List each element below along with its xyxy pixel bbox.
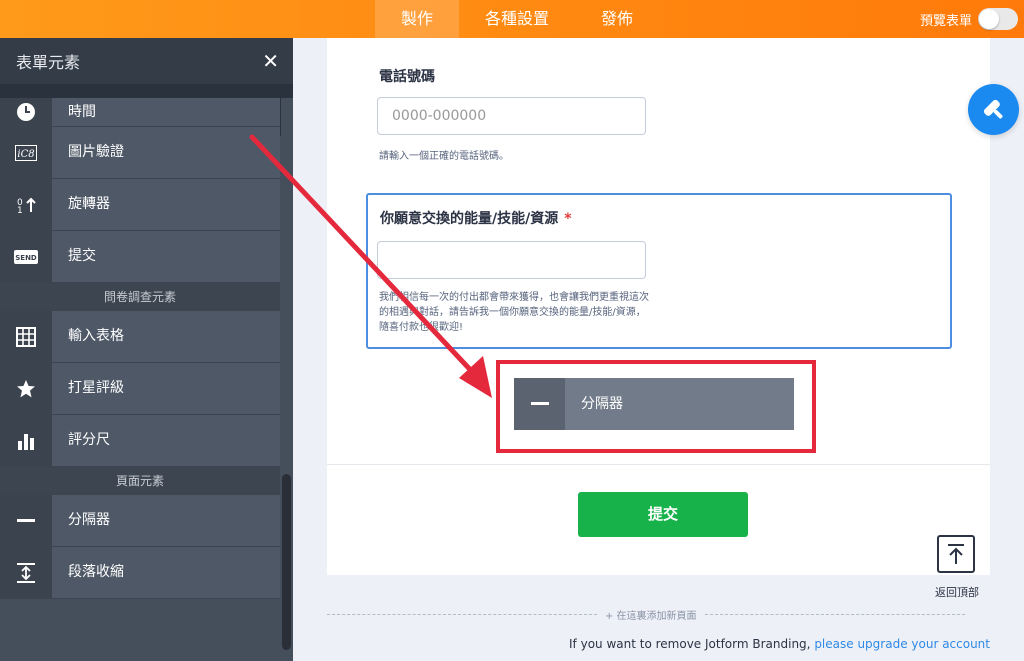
exchange-label-text: 你願意交換的能量/技能/資源	[380, 211, 559, 227]
sidebar-item-label: 分隔器	[52, 495, 280, 546]
sidebar-item-label: 輸入表格	[52, 311, 280, 362]
sidebar-item-time[interactable]: 時間	[0, 98, 280, 127]
section-survey-elements: 問卷調查元素	[0, 283, 280, 311]
tab-build[interactable]: 製作	[375, 0, 460, 38]
divider	[704, 613, 965, 615]
sidebar-item-label: 打星評級	[52, 363, 280, 414]
sidebar-item-label: 提交	[52, 231, 280, 282]
preview-toggle[interactable]	[978, 8, 1018, 30]
divider-icon	[0, 495, 52, 546]
sidebar-item-label: 評分尺	[52, 415, 280, 466]
sidebar-item-label: 段落收縮	[52, 547, 280, 598]
sidebar-header: 表單元素 ✕	[0, 38, 293, 84]
paint-roller-icon	[983, 99, 1003, 119]
clock-icon	[0, 98, 52, 126]
exchange-input[interactable]	[377, 241, 646, 279]
sidebar-item-label: 時間	[52, 98, 280, 126]
divider	[327, 613, 597, 615]
phone-input[interactable]: 0000-000000	[377, 97, 646, 135]
sidebar-title: 表單元素	[16, 53, 81, 72]
sidebar-item-divider[interactable]: 分隔器	[0, 495, 280, 547]
exchange-label: 你願意交換的能量/技能/資源 *	[380, 208, 572, 228]
top-nav: 製作 各種設置 發佈	[375, 0, 659, 38]
exchange-description: 我們相信每一次的付出都會帶來獲得，也會讓我們更重視這次的相遇與對話，請告訴我一個…	[379, 292, 649, 333]
required-mark: *	[564, 211, 572, 227]
branding-notice: If you want to remove Jotform Branding, …	[569, 637, 990, 651]
sidebar-item-scale-rating[interactable]: 評分尺	[0, 415, 280, 467]
branding-text: If you want to remove Jotform Branding,	[569, 637, 815, 651]
section-page-elements: 頁面元素	[0, 467, 280, 495]
sidebar-item-star-rating[interactable]: 打星評級	[0, 363, 280, 415]
svg-text:1: 1	[17, 206, 23, 214]
tab-publish[interactable]: 發佈	[575, 0, 659, 38]
sidebar-item-collapse[interactable]: 段落收縮	[0, 547, 280, 599]
sidebar-item-submit[interactable]: SEND 提交	[0, 231, 280, 283]
phone-hint: 請輸入一個正確的電話號碼。	[379, 151, 509, 162]
arrow-up-icon	[948, 544, 964, 564]
tab-settings[interactable]: 各種設置	[459, 0, 575, 38]
star-icon	[0, 363, 52, 414]
sidebar-item-spinner[interactable]: 01 旋轉器	[0, 179, 280, 231]
sidebar-item-label: 旋轉器	[52, 179, 280, 230]
phone-label: 電話號碼	[379, 69, 435, 85]
svg-text:SEND: SEND	[15, 254, 37, 262]
form-designer-button[interactable]	[968, 84, 1019, 135]
preview-toggle-group: 預覽表單	[920, 0, 1018, 38]
add-page-row: + 在這裏添加新頁面	[327, 606, 990, 622]
table-icon	[0, 311, 52, 362]
highlight-box	[496, 360, 816, 453]
sidebar-scrollbar[interactable]	[282, 474, 291, 650]
spinner-icon: 01	[0, 179, 52, 230]
sidebar-item-captcha[interactable]: iC8 圖片驗證	[0, 127, 280, 179]
svg-text:iC8: iC8	[17, 149, 34, 160]
send-icon: SEND	[0, 231, 52, 282]
upgrade-link[interactable]: please upgrade your account	[814, 637, 990, 651]
back-to-top-button[interactable]	[937, 535, 975, 573]
preview-label: 預覽表單	[919, 13, 972, 29]
sidebar-element-list: 時間 iC8 圖片驗證 01 旋轉器 SEND 提交 問卷調查元素 輸入表格 打…	[0, 98, 280, 599]
back-to-top-label: 返回頂部	[935, 586, 979, 599]
form-separator	[327, 464, 990, 465]
sidebar-item-input-table[interactable]: 輸入表格	[0, 311, 280, 363]
captcha-icon: iC8	[0, 127, 52, 178]
bar-chart-icon	[0, 415, 52, 466]
top-bar: 製作 各種設置 發佈 預覽表單	[0, 0, 1024, 38]
sidebar-item-label: 圖片驗證	[52, 127, 280, 178]
close-icon[interactable]: ✕	[262, 49, 279, 73]
submit-button[interactable]: 提交	[578, 492, 748, 537]
add-page-link[interactable]: + 在這裏添加新頁面	[605, 607, 697, 622]
collapse-icon	[0, 547, 52, 598]
